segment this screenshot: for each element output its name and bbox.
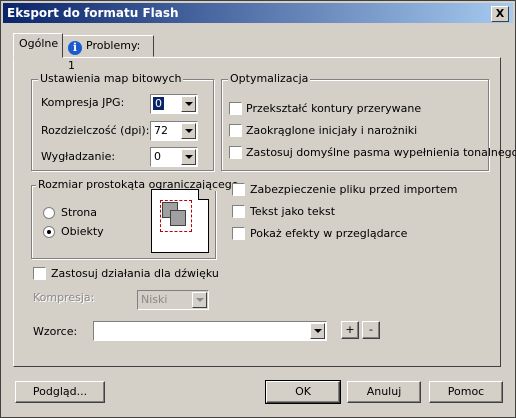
patterns-label: Wzorce: bbox=[33, 325, 78, 338]
show-effects-checkbox[interactable] bbox=[232, 227, 245, 240]
radio-page[interactable] bbox=[43, 207, 55, 219]
smoothing-value: 0 bbox=[154, 150, 161, 163]
ok-button[interactable]: OK bbox=[265, 380, 341, 404]
sound-compression-select[interactable]: Niski bbox=[137, 290, 209, 310]
text-as-text-label: Tekst jako tekst bbox=[250, 205, 336, 218]
close-button[interactable]: X bbox=[491, 6, 509, 22]
sound-actions-label: Zastosuj działania dla dźwięku bbox=[51, 267, 219, 280]
chevron-down-icon[interactable] bbox=[181, 96, 196, 112]
add-pattern-button[interactable]: + bbox=[341, 321, 359, 339]
bitmap-settings-title: Ustawienia map bitowych bbox=[38, 72, 184, 85]
object-square bbox=[170, 210, 186, 226]
info-icon: i bbox=[68, 41, 82, 55]
sound-compression-value: Niski bbox=[141, 293, 168, 306]
default-fill-bands-checkbox[interactable] bbox=[229, 146, 242, 159]
page-fold bbox=[198, 189, 209, 200]
rounded-caps-checkbox[interactable] bbox=[229, 124, 242, 137]
radio-objects-label: Obiekty bbox=[61, 225, 104, 238]
radio-page-label: Strona bbox=[61, 206, 98, 219]
remove-pattern-button[interactable]: - bbox=[362, 321, 380, 339]
convert-dashed-outlines-checkbox[interactable] bbox=[229, 102, 242, 115]
chevron-down-icon[interactable] bbox=[181, 123, 196, 139]
title-bar: Eksport do formatu Flash X bbox=[3, 3, 513, 23]
resolution-select[interactable]: 72 bbox=[150, 121, 198, 141]
smoothing-select[interactable]: 0 bbox=[150, 147, 198, 167]
rounded-caps-label: Zaokrąglone inicjały i narożniki bbox=[246, 124, 418, 137]
chevron-down-icon[interactable] bbox=[192, 292, 207, 308]
preview-button[interactable]: Podgląd... bbox=[15, 381, 105, 403]
sound-actions-checkbox[interactable] bbox=[33, 267, 46, 280]
cancel-button[interactable]: Anuluj bbox=[347, 381, 421, 403]
radio-objects[interactable] bbox=[43, 226, 55, 238]
default-fill-bands-label: Zastosuj domyślne pasma wypełnienia tona… bbox=[246, 146, 516, 159]
patterns-select[interactable] bbox=[93, 321, 327, 341]
text-as-text-checkbox[interactable] bbox=[232, 205, 245, 218]
resolution-value: 72 bbox=[154, 124, 168, 137]
window-title: Eksport do formatu Flash bbox=[7, 6, 179, 20]
show-effects-label: Pokaż efekty w przeglądarce bbox=[250, 227, 408, 240]
jpg-compression-value: 0 bbox=[153, 97, 164, 110]
tab-general[interactable]: Ogólne bbox=[13, 33, 63, 58]
export-flash-dialog: Eksport do formatu Flash X Ogólne i Probl… bbox=[0, 0, 516, 418]
jpg-compression-label: Kompresja JPG: bbox=[41, 96, 125, 109]
optimization-title: Optymalizacja bbox=[228, 72, 311, 85]
protect-import-checkbox[interactable] bbox=[232, 183, 245, 196]
help-button[interactable]: Pomoc bbox=[429, 381, 503, 403]
chevron-down-icon[interactable] bbox=[181, 149, 196, 165]
protect-import-label: Zabezpieczenie pliku przed importem bbox=[250, 183, 458, 196]
resolution-label: Rozdzielczość (dpi): bbox=[41, 124, 150, 137]
bounding-box-preview-icon bbox=[151, 189, 209, 253]
chevron-down-icon[interactable] bbox=[310, 323, 325, 339]
jpg-compression-select[interactable]: 0 bbox=[150, 94, 198, 114]
tab-general-label: Ogólne bbox=[19, 37, 59, 50]
convert-dashed-outlines-label: Przekształć kontury przerywane bbox=[246, 102, 422, 115]
smoothing-label: Wygładzanie: bbox=[41, 150, 116, 163]
sound-compression-label: Kompresja: bbox=[33, 291, 95, 304]
tab-problems[interactable]: i Problemy: 1 bbox=[62, 35, 154, 72]
bounding-box-title: Rozmiar prostokąta ograniczającego bbox=[36, 178, 241, 191]
